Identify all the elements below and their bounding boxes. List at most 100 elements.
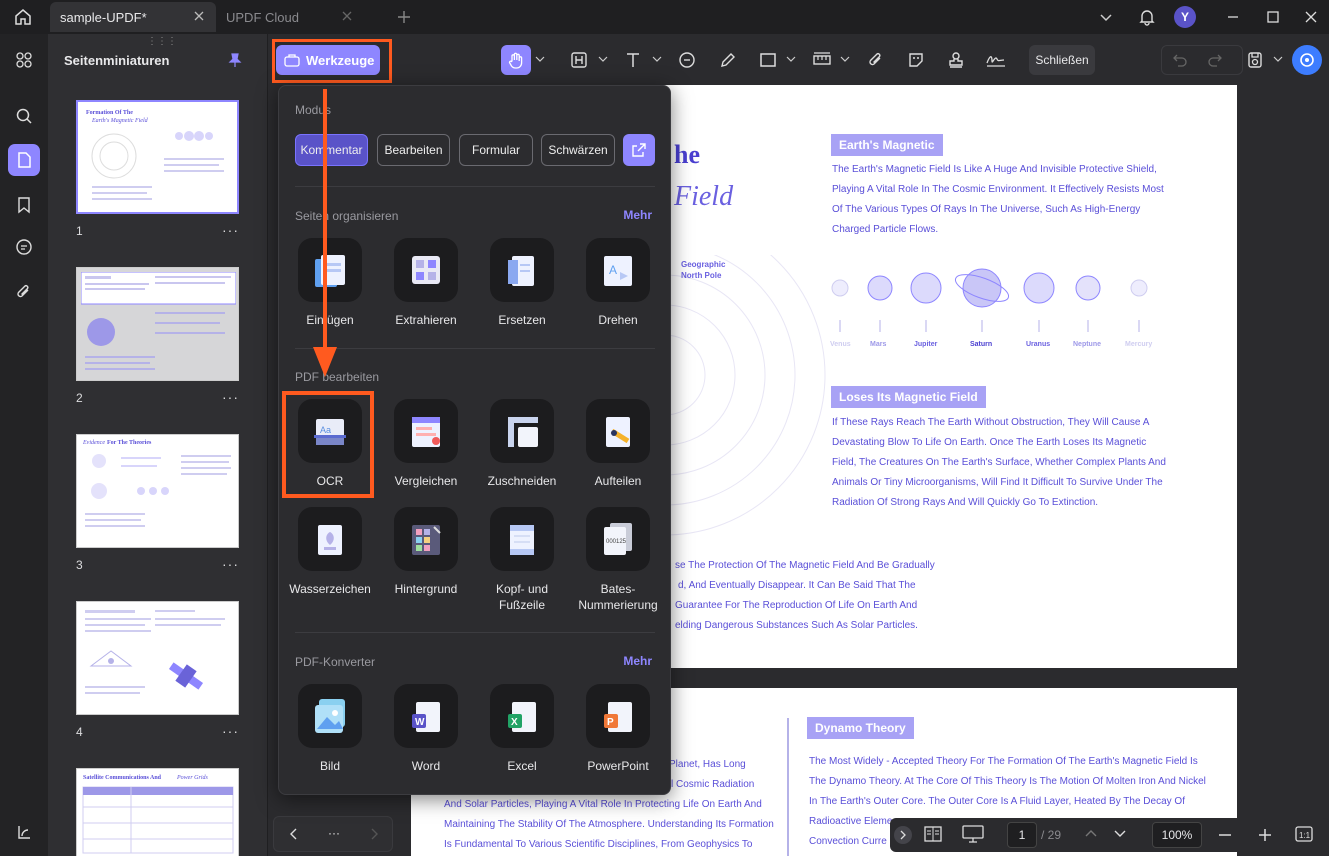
chevron-down-icon[interactable]	[1113, 829, 1127, 839]
convert-more-link[interactable]: Mehr	[623, 654, 652, 668]
mode-formular-button[interactable]: Formular	[459, 134, 533, 166]
paragraph-line: In The Earth's Outer Core. The Outer Cor…	[809, 796, 1185, 807]
thumbnail-more-icon[interactable]: ···	[222, 389, 239, 405]
apps-grid-icon[interactable]	[8, 44, 40, 76]
chevron-down-icon[interactable]	[598, 55, 608, 63]
tool-hintergrund[interactable]: Hintergrund	[382, 507, 470, 597]
close-tab-icon[interactable]	[192, 9, 206, 23]
text-tool-icon[interactable]	[618, 45, 648, 75]
page-layout-icon[interactable]	[924, 826, 942, 842]
chevron-down-icon[interactable]	[1095, 6, 1117, 28]
stamp-icon[interactable]	[941, 45, 971, 75]
home-icon[interactable]	[12, 6, 34, 28]
open-external-icon[interactable]	[623, 134, 655, 166]
highlight-text-icon[interactable]	[564, 45, 594, 75]
page-thumbnail-3[interactable]: Evidence For The Theories	[76, 434, 239, 548]
redo-icon[interactable]	[1200, 45, 1230, 75]
drag-handle-icon[interactable]: ⋮⋮⋮	[147, 36, 177, 47]
tool-word[interactable]: W Word	[382, 684, 470, 774]
tool-zuschneiden[interactable]: Zuschneiden	[478, 399, 566, 489]
chevron-right-icon[interactable]	[370, 827, 380, 841]
page-thumbnail-1[interactable]: Formation Of The Earth's Magnetic Field	[76, 100, 239, 214]
powerpoint-icon: P	[586, 684, 650, 748]
paperclip-icon[interactable]	[861, 45, 891, 75]
mode-bearbeiten-button[interactable]: Bearbeiten	[377, 134, 450, 166]
attachment-icon[interactable]	[8, 276, 40, 308]
layers-icon[interactable]	[8, 816, 40, 848]
hand-tool-icon[interactable]	[501, 45, 531, 75]
tool-kopf-fusszeile[interactable]: Kopf- und Fußzeile	[478, 507, 566, 613]
tool-aufteilen[interactable]: Aufteilen	[574, 399, 662, 489]
close-window-icon[interactable]	[1300, 6, 1322, 28]
measure-icon[interactable]	[807, 45, 837, 75]
signature-icon[interactable]	[981, 45, 1011, 75]
tool-powerpoint[interactable]: P PowerPoint	[574, 684, 662, 774]
chevron-down-icon[interactable]	[652, 55, 662, 63]
close-tab-icon[interactable]	[340, 9, 354, 23]
comment-icon[interactable]	[8, 231, 40, 263]
zoom-input[interactable]: 100%	[1152, 822, 1202, 848]
paragraph-line: Devastating Blow To Life On Earth. Once …	[832, 437, 1147, 448]
close-mode-button[interactable]: Schließen	[1029, 45, 1095, 75]
pin-icon[interactable]	[228, 52, 242, 68]
undo-icon[interactable]	[1165, 45, 1195, 75]
maximize-icon[interactable]	[1262, 6, 1284, 28]
tool-bild[interactable]: Bild	[286, 684, 374, 774]
panel-title: Seitenminiaturen	[64, 53, 170, 68]
page-thumbnail-2[interactable]	[76, 267, 239, 381]
ai-assistant-icon[interactable]	[1292, 45, 1322, 75]
tool-extrahieren[interactable]: Extrahieren	[382, 238, 470, 328]
tool-excel[interactable]: X Excel	[478, 684, 566, 774]
actual-size-icon[interactable]: 1:1	[1295, 826, 1313, 842]
rectangle-icon[interactable]	[753, 45, 783, 75]
section-heading: Earth's Magnetic	[831, 134, 943, 156]
new-tab-icon[interactable]	[393, 6, 415, 28]
thumbnail-more-icon[interactable]: ···	[222, 723, 239, 739]
tool-label: Kopf- und Fußzeile	[495, 582, 549, 612]
chevron-down-icon[interactable]	[786, 55, 796, 63]
notification-bell-icon[interactable]	[1136, 6, 1158, 28]
collapse-icon[interactable]	[894, 826, 912, 844]
minimize-icon[interactable]	[1222, 6, 1244, 28]
tool-vergleichen[interactable]: Vergleichen	[382, 399, 470, 489]
chevron-up-icon[interactable]	[1084, 828, 1098, 838]
bookmark-icon[interactable]	[8, 189, 40, 221]
tool-wasserzeichen[interactable]: Wasserzeichen	[286, 507, 374, 597]
tool-ersetzen[interactable]: Ersetzen	[478, 238, 566, 328]
sticker-icon[interactable]	[901, 45, 931, 75]
total-pages: / 29	[1041, 828, 1062, 842]
save-icon[interactable]	[1240, 45, 1270, 75]
thumb-title: Formation Of The	[86, 110, 133, 116]
pole-label: Geographic	[681, 260, 726, 269]
chevron-left-icon[interactable]	[288, 827, 298, 841]
zoom-in-icon[interactable]	[1258, 828, 1272, 842]
search-icon[interactable]	[8, 100, 40, 132]
zoom-out-icon[interactable]	[1218, 828, 1232, 842]
thumbnail-more-icon[interactable]: ···	[222, 222, 239, 238]
chevron-down-icon[interactable]	[1273, 55, 1283, 63]
divider	[295, 632, 655, 633]
tool-drehen[interactable]: A Drehen	[574, 238, 662, 328]
current-page-input[interactable]: 1	[1007, 822, 1037, 848]
page-thumbnail-5[interactable]: Satellite Communications And Power Grids	[76, 768, 239, 856]
presentation-icon[interactable]	[962, 825, 984, 843]
rotate-icon: A	[586, 238, 650, 302]
avatar[interactable]: Y	[1174, 6, 1196, 28]
organize-more-link[interactable]: Mehr	[623, 208, 652, 222]
thumbnail-more-icon[interactable]: ···	[222, 556, 239, 572]
page-thumbnail-4[interactable]	[76, 601, 239, 715]
crop-icon	[490, 399, 554, 463]
tab-sample-updf[interactable]: sample-UPDF*	[50, 2, 216, 32]
chevron-down-icon[interactable]	[840, 55, 850, 63]
chevron-down-icon[interactable]	[535, 55, 545, 63]
tab-updf-cloud[interactable]: UPDF Cloud	[216, 2, 366, 32]
paragraph-line: The Earth's Magnetic Field Is Like A Hug…	[832, 164, 1157, 175]
tool-bates-nummerierung[interactable]: 000125 Bates-Nummerierung	[574, 507, 662, 613]
more-icon[interactable]: ···	[328, 826, 340, 840]
thumbnail-page-number: 1	[76, 224, 83, 238]
comment-bubble-icon[interactable]	[672, 45, 702, 75]
svg-text:X: X	[511, 717, 518, 728]
mode-schwaerzen-button[interactable]: Schwärzen	[541, 134, 615, 166]
thumbnails-icon[interactable]	[8, 144, 40, 176]
pencil-icon[interactable]	[713, 45, 743, 75]
